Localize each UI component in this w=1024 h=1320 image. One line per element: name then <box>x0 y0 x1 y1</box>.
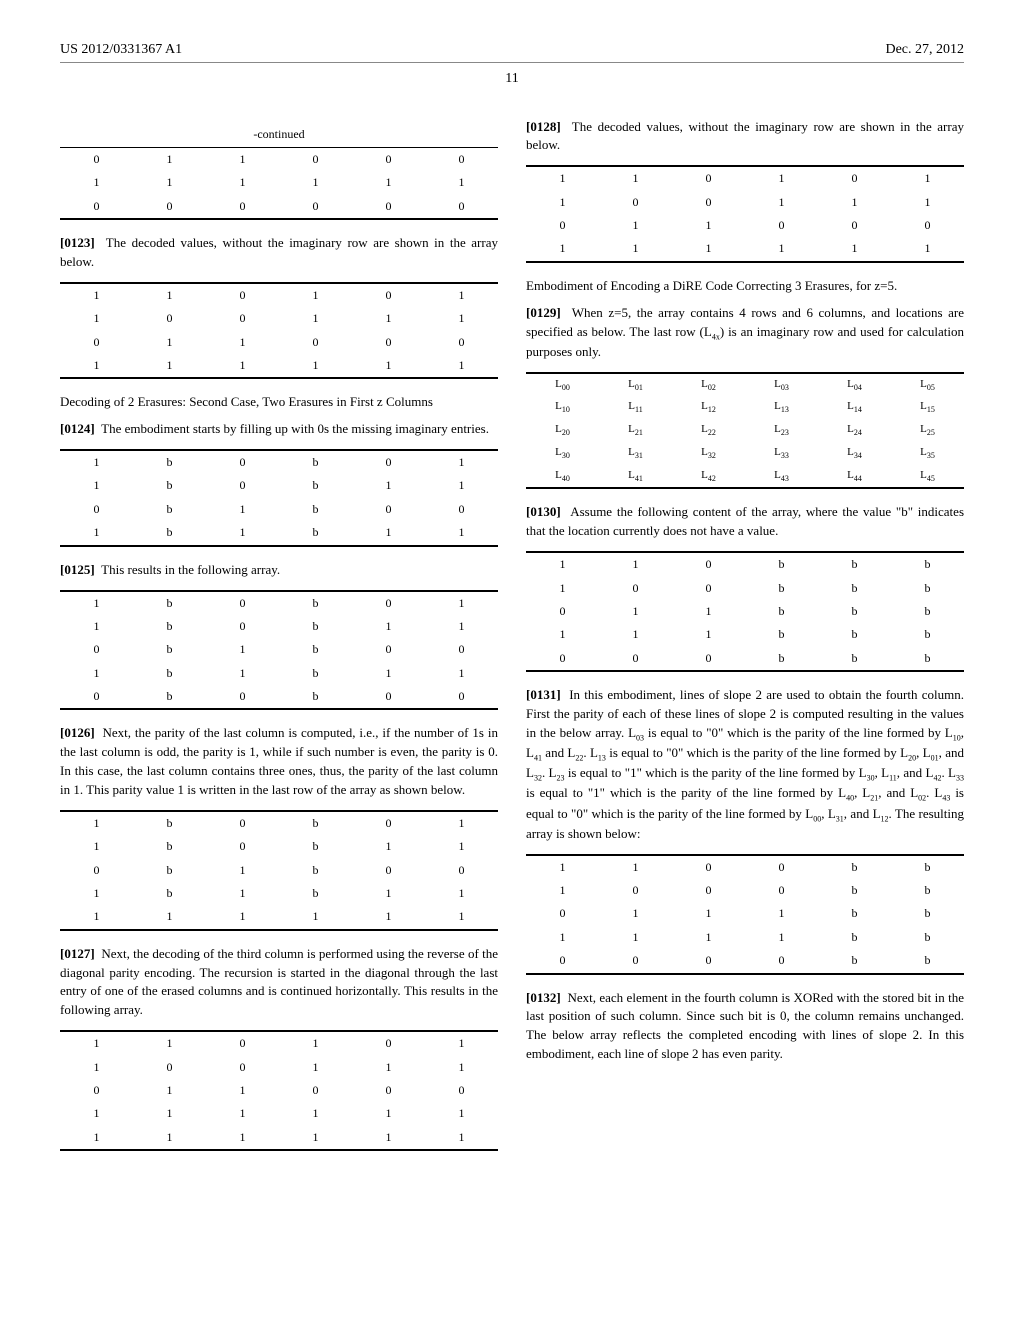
table-row: 011000 <box>526 214 964 237</box>
para-0128: [0128] The decoded values, without the i… <box>526 118 964 156</box>
table-row: 100111 <box>526 191 964 214</box>
table-4: 1b0b01 1b0b11 0b1b00 1b1b11 0b0b00 <box>60 590 498 711</box>
para-0132: [0132] Next, each element in the fourth … <box>526 989 964 1064</box>
table-row: 111111 <box>60 1102 498 1125</box>
table-8: L00L01L02L03L04L05 L10L11L12L13L14L15 L2… <box>526 372 964 490</box>
table-row: 011000 <box>60 1079 498 1102</box>
table-row: 0b1b00 <box>60 859 498 882</box>
left-column: -continued 011000 111111 000000 [0123] T… <box>60 118 498 1166</box>
table-row: 100bbb <box>526 577 964 600</box>
para-0125: [0125] This results in the following arr… <box>60 561 498 580</box>
table-row: 1111bb <box>526 926 964 949</box>
right-column: [0128] The decoded values, without the i… <box>526 118 964 1166</box>
table-10: 1100bb 1000bb 0111bb 1111bb 0000bb <box>526 854 964 975</box>
subheading-1: Decoding of 2 Erasures: Second Case, Two… <box>60 393 498 412</box>
table-row: L10L11L12L13L14L15 <box>526 396 964 419</box>
table-row: 111111 <box>60 171 498 194</box>
table-row: 111111 <box>526 237 964 261</box>
table-row: 1b0b01 <box>60 591 498 615</box>
table-row: 110101 <box>60 1031 498 1055</box>
table-row: 1b1b11 <box>60 521 498 545</box>
para-0130: [0130] Assume the following content of t… <box>526 503 964 541</box>
table-row: 1b0b11 <box>60 474 498 497</box>
table-row: 011000 <box>60 147 498 171</box>
page-header: US 2012/0331367 A1 Dec. 27, 2012 <box>60 40 964 63</box>
table-row: 110101 <box>60 283 498 307</box>
table-row: 1b0b01 <box>60 811 498 835</box>
subheading-2: Embodiment of Encoding a DiRE Code Corre… <box>526 277 964 296</box>
para-0127: [0127] Next, the decoding of the third c… <box>60 945 498 1020</box>
publication-number: US 2012/0331367 A1 <box>60 40 182 60</box>
table-row: 0111bb <box>526 902 964 925</box>
table-row: 0b1b00 <box>60 498 498 521</box>
table-row: 110bbb <box>526 552 964 576</box>
page-number: 11 <box>60 69 964 89</box>
table-row: 100111 <box>60 1056 498 1079</box>
table-row: 1000bb <box>526 879 964 902</box>
publication-date: Dec. 27, 2012 <box>885 40 964 60</box>
table-row: 111bbb <box>526 623 964 646</box>
table-row: 1b0b01 <box>60 450 498 474</box>
table-1: 011000 111111 000000 <box>60 147 498 220</box>
table-5: 1b0b01 1b0b11 0b1b00 1b1b11 111111 <box>60 810 498 931</box>
table-3: 1b0b01 1b0b11 0b1b00 1b1b11 <box>60 449 498 547</box>
para-0129: [0129] When z=5, the array contains 4 ro… <box>526 304 964 362</box>
para-0124: [0124] The embodiment starts by filling … <box>60 420 498 439</box>
table-row: 1b0b11 <box>60 615 498 638</box>
para-0126: [0126] Next, the parity of the last colu… <box>60 724 498 799</box>
table-row: L40L41L42L43L44L45 <box>526 465 964 489</box>
table-row: 111111 <box>60 354 498 378</box>
table-row: 1b0b11 <box>60 835 498 858</box>
table-row: 011bbb <box>526 600 964 623</box>
table-6: 110101 100111 011000 111111 111111 <box>60 1030 498 1151</box>
table-row: 1b1b11 <box>60 882 498 905</box>
table-row: 111111 <box>60 905 498 929</box>
table-row: 1b1b11 <box>60 662 498 685</box>
table-row: 110101 <box>526 166 964 190</box>
table-9: 110bbb 100bbb 011bbb 111bbb 000bbb <box>526 551 964 672</box>
table-7: 110101 100111 011000 111111 <box>526 165 964 263</box>
table-row: 0000bb <box>526 949 964 973</box>
table-row: 000bbb <box>526 647 964 671</box>
table-row: 100111 <box>60 307 498 330</box>
table-row: 000000 <box>60 195 498 219</box>
table-2: 110101 100111 011000 111111 <box>60 282 498 380</box>
table-row: L20L21L22L23L24L25 <box>526 419 964 442</box>
continued-title: -continued <box>60 126 498 143</box>
table-row: 0b0b00 <box>60 685 498 709</box>
table-row: 111111 <box>60 1126 498 1150</box>
two-column-layout: -continued 011000 111111 000000 [0123] T… <box>60 118 964 1166</box>
table-row: 0b1b00 <box>60 638 498 661</box>
para-0123: [0123] The decoded values, without the i… <box>60 234 498 272</box>
table-row: 011000 <box>60 331 498 354</box>
table-row: L30L31L32L33L34L35 <box>526 442 964 465</box>
table-row: L00L01L02L03L04L05 <box>526 373 964 397</box>
para-0131: [0131] In this embodiment, lines of slop… <box>526 686 964 843</box>
table-row: 1100bb <box>526 855 964 879</box>
